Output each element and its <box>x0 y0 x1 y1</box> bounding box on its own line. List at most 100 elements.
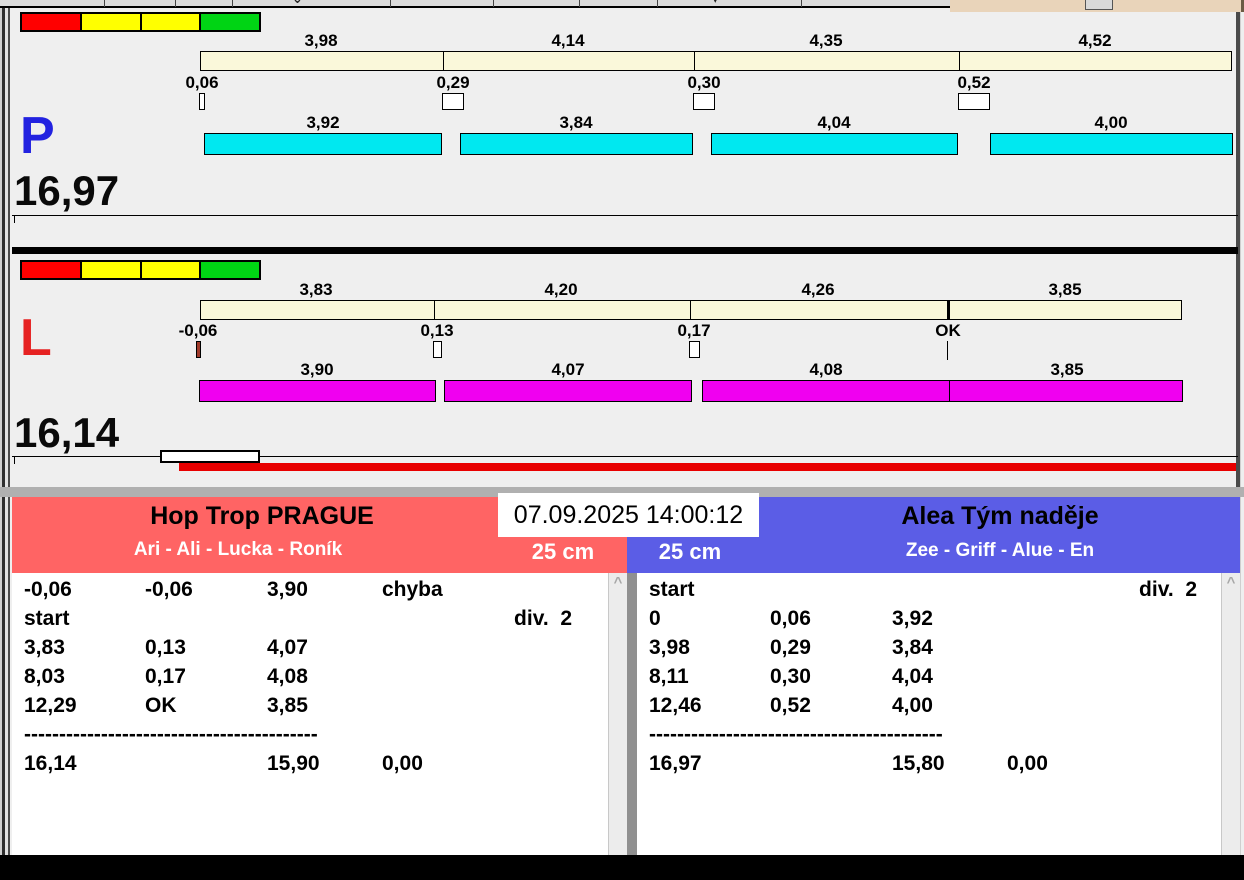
exchange-box <box>199 93 205 110</box>
table-cell: 15,80 <box>892 752 945 775</box>
table-cell: 0,00 <box>1007 752 1048 775</box>
scrollbar-left-table[interactable]: ^ <box>608 573 627 855</box>
table-cell: 15,90 <box>267 752 320 775</box>
team-name-left: Hop Trop PRAGUE <box>150 502 374 530</box>
table-cell: 0,52 <box>770 694 811 717</box>
table-cell: start <box>24 607 70 630</box>
table-cell: 3,90 <box>267 578 308 601</box>
traffic-light-p <box>20 12 261 32</box>
upper-segment-label: 4,14 <box>551 31 585 50</box>
upper-segment-label: 4,35 <box>809 31 843 50</box>
table-cell: 12,46 <box>649 694 702 717</box>
split-divider <box>690 301 691 319</box>
toolbar-separator <box>493 0 494 7</box>
toolbar-separator <box>104 0 105 7</box>
lower-segment-label: 3,85 <box>1050 360 1084 379</box>
table-row: 0 0,06 3,92 <box>637 607 1221 636</box>
toolbar-glyph-icon: ⌄ <box>292 0 303 7</box>
team-members-right: Zee - Griff - Alue - En <box>905 540 1095 561</box>
exchange-label: 0,13 <box>420 321 454 340</box>
table-cell: 0,17 <box>145 665 186 688</box>
traffic-red-cell <box>22 262 82 278</box>
table-cell: 16,97 <box>649 752 702 775</box>
scroll-up-arrow-icon[interactable]: ^ <box>1222 575 1240 590</box>
lower-segment-label: 3,92 <box>306 113 340 132</box>
split-divider <box>443 52 444 70</box>
upper-segment-label: 3,85 <box>1048 280 1082 299</box>
lane-total-p: 16,97 <box>14 167 120 214</box>
exchange-label: 0,06 <box>185 73 219 92</box>
upper-segment-label: 4,52 <box>1078 31 1112 50</box>
traffic-green-cell <box>201 14 259 30</box>
segment-bar-p <box>711 133 958 155</box>
traffic-green-cell <box>201 262 259 278</box>
lane-letter-p: P <box>20 107 55 165</box>
window-left-border <box>0 8 12 855</box>
traffic-yellow-cell <box>81 262 142 278</box>
table-cell: -0,06 <box>145 578 193 601</box>
results-table-left[interactable]: -0,06 -0,06 3,90 chyba start div. 2 3,83 0,13 4,… <box>12 573 608 855</box>
table-row: 16,97 15,80 0,00 <box>637 752 1221 781</box>
traffic-yellow-cell <box>81 14 142 30</box>
upper-split-bar-l <box>200 300 1182 320</box>
table-cell: 3,98 <box>649 636 690 659</box>
table-divider <box>627 573 637 855</box>
team-members-left: Ari - Ali - Lucka - Roník <box>133 539 343 560</box>
exchange-label: 0,30 <box>687 73 721 92</box>
upper-split-bar-p <box>200 51 1232 71</box>
table-cell: 8,11 <box>649 665 689 688</box>
team-name-right: Alea Tým naděje <box>901 502 1099 530</box>
scroll-up-arrow-icon[interactable]: ^ <box>609 575 627 590</box>
distance-left: 25 cm <box>531 539 595 564</box>
split-divider <box>959 52 960 70</box>
table-cell: ----------------------------------------… <box>24 723 318 746</box>
traffic-light-l <box>20 260 261 280</box>
lane-letter-l: L <box>20 309 52 367</box>
toolbar-separator <box>657 0 658 7</box>
table-cell: 3,83 <box>24 636 65 659</box>
upper-segment-label: 3,83 <box>299 280 333 299</box>
exchange-label: 0,52 <box>957 73 991 92</box>
table-cell: 3,84 <box>892 636 933 659</box>
table-row: 16,14 15,90 0,00 <box>12 752 608 781</box>
progress-marker-box <box>160 450 260 463</box>
exchange-box <box>442 93 464 110</box>
table-cell: 4,00 <box>892 694 933 717</box>
section-separator <box>12 247 1238 254</box>
table-row: 12,29 OK 3,85 <box>12 694 608 723</box>
table-cell: 0 <box>649 607 661 630</box>
dropdown-arrow-icon[interactable]: ▾ <box>712 0 719 7</box>
segment-bar-l <box>702 380 950 402</box>
table-cell: 8,03 <box>24 665 65 688</box>
table-cell: div. 2 <box>1139 578 1197 601</box>
lower-segment-label: 4,07 <box>551 360 585 379</box>
segment-bar-p <box>990 133 1233 155</box>
table-row: 12,46 0,52 4,00 <box>637 694 1221 723</box>
exchange-label: -0,06 <box>178 321 218 340</box>
traffic-red-cell <box>22 14 82 30</box>
table-row: 8,11 0,30 4,04 <box>637 665 1221 694</box>
table-cell: 4,04 <box>892 665 933 688</box>
bottom-black-bar <box>0 855 1244 880</box>
split-divider <box>947 301 950 319</box>
toolbar-button-fragment[interactable] <box>1085 0 1113 10</box>
table-row: ----------------------------------------… <box>12 723 608 752</box>
table-cell: 4,08 <box>267 665 308 688</box>
exchange-box <box>689 341 700 358</box>
upper-segment-label: 4,20 <box>544 280 578 299</box>
exchange-label: OK <box>935 321 961 340</box>
table-row: ----------------------------------------… <box>637 723 1221 752</box>
table-cell: 0,00 <box>382 752 423 775</box>
results-table-right[interactable]: start div. 2 0 0,06 3,92 3,98 0,29 3,84 8,11 0,30… <box>637 573 1221 855</box>
datetime-display: 07.09.2025 14:00:12 <box>498 493 759 537</box>
upper-segment-label: 3,98 <box>304 31 338 50</box>
table-cell: 16,14 <box>24 752 77 775</box>
table-cell: -0,06 <box>24 578 72 601</box>
segment-bar-l <box>444 380 692 402</box>
table-cell: 3,85 <box>267 694 308 717</box>
scrollbar-right-table[interactable]: ^ <box>1221 573 1240 855</box>
divider-line <box>12 215 1238 216</box>
toolbar-separator <box>390 0 391 7</box>
table-cell: OK <box>145 694 177 717</box>
progress-bar <box>179 463 1236 471</box>
